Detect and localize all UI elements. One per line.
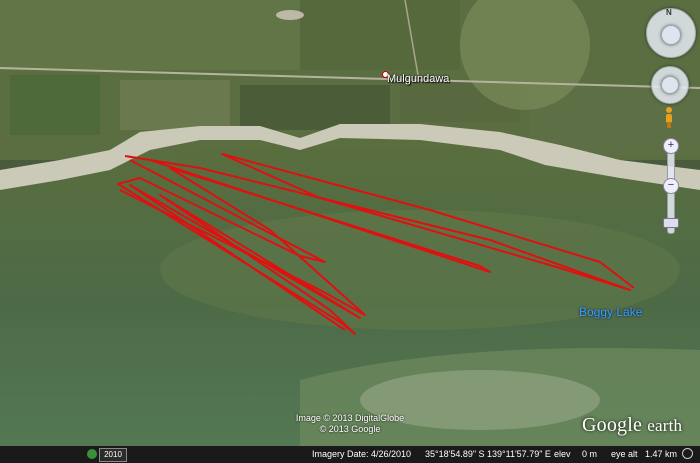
hand-icon[interactable] xyxy=(661,76,679,94)
imagery-date: Imagery Date: 4/26/2010 xyxy=(312,449,412,459)
lake-label[interactable]: Boggy Lake xyxy=(579,305,642,319)
elevation-value: 0 m xyxy=(582,449,598,459)
zoom-in-button[interactable]: + xyxy=(663,138,679,154)
historical-imagery-icon[interactable] xyxy=(87,449,97,459)
place-label[interactable]: Mulgundawa xyxy=(387,73,449,85)
imagery-year-badge[interactable]: 2010 xyxy=(99,448,127,462)
elevation-label: elev xyxy=(554,449,571,459)
zoom-slider-thumb[interactable] xyxy=(663,218,679,228)
streaming-indicator-icon xyxy=(682,448,693,459)
eye-alt-label: eye alt xyxy=(611,449,638,459)
eye-alt-value: 1.47 km xyxy=(645,449,678,459)
zoom-out-button[interactable]: − xyxy=(663,178,679,194)
status-bar: 2010 Imagery Date: 4/26/2010 35°18'54.89… xyxy=(0,446,700,463)
longitude-readout: 139°11'57.79" E xyxy=(487,449,551,459)
satellite-map[interactable] xyxy=(0,0,700,463)
pegman-icon[interactable] xyxy=(664,106,674,128)
eye-icon[interactable] xyxy=(661,25,681,45)
logo-google-text: Google xyxy=(582,414,643,436)
logo-earth-text: earth xyxy=(647,416,683,435)
latitude-readout: 35°18'54.89" S xyxy=(425,449,485,459)
compass-north-label: N xyxy=(666,8,672,17)
google-earth-logo: Google earth xyxy=(582,414,682,437)
